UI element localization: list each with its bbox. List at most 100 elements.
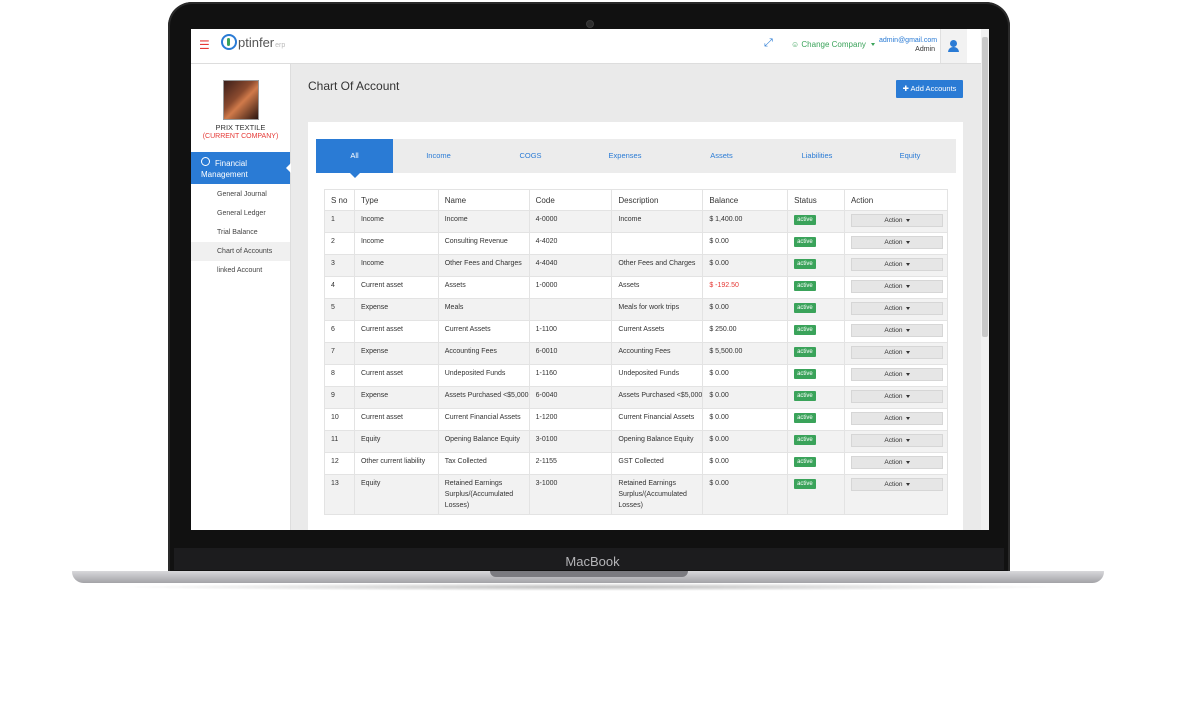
expand-icon[interactable]: ⤢: [764, 37, 773, 50]
action-dropdown-button[interactable]: Action: [850, 280, 943, 293]
sidebar-subitem-trial-balance[interactable]: Trial Balance: [191, 223, 290, 242]
cell-name: Assets Purchased <$5,000: [437, 386, 530, 409]
sidebar-subitem-linked-account[interactable]: linked Account: [191, 261, 290, 280]
cell-balance: $ 0.00: [702, 386, 789, 409]
change-company-label: Change Company: [801, 40, 866, 49]
chevron-down-icon: [905, 438, 910, 442]
laptop-shadow: [110, 583, 1070, 591]
action-dropdown-button[interactable]: Action: [850, 214, 943, 227]
status-badge: active: [794, 325, 816, 335]
plus-icon: ✚: [902, 84, 911, 93]
status-badge: active: [794, 391, 816, 401]
cell-name: Other Fees and Charges: [437, 254, 530, 277]
user-icon[interactable]: [940, 29, 967, 63]
cell-sno: 13: [324, 474, 355, 515]
table-row: 9 Expense Assets Purchased <$5,000 6-0040 As…: [324, 386, 949, 409]
app-logo[interactable]: ptinfer erp: [221, 34, 285, 50]
cell-action: Action: [843, 232, 949, 255]
cell-name: Assets: [437, 276, 530, 299]
tab-liabilities[interactable]: Liabilities: [770, 139, 864, 173]
cell-status: active: [787, 276, 845, 299]
action-dropdown-button[interactable]: Action: [850, 412, 943, 425]
tab-cogs[interactable]: COGS: [484, 139, 577, 173]
action-label: Action: [884, 481, 903, 488]
cell-desc: Retained Earnings Surplus/(Accumulated L…: [611, 474, 704, 515]
tab-assets[interactable]: Assets: [673, 139, 770, 173]
action-dropdown-button[interactable]: Action: [850, 324, 943, 337]
cell-balance: $ 0.00: [702, 232, 789, 255]
action-dropdown-button[interactable]: Action: [850, 346, 943, 359]
tab-expenses[interactable]: Expenses: [577, 139, 673, 173]
change-company-dropdown[interactable]: ☺ Change Company: [791, 40, 876, 49]
table-header-row: S no Type Name Code Description Balance …: [324, 189, 949, 211]
cell-code: 2-1155: [528, 452, 613, 475]
action-dropdown-button[interactable]: Action: [850, 258, 943, 271]
user-email[interactable]: admin@gmail.com: [879, 37, 937, 44]
cell-code: 4-4040: [528, 254, 613, 277]
tab-income[interactable]: Income: [393, 139, 484, 173]
tab-equity[interactable]: Equity: [864, 139, 956, 173]
cell-status: active: [787, 364, 845, 387]
cell-code: 4-0000: [528, 210, 613, 233]
active-arrow-icon: [286, 163, 291, 173]
cell-code: 1-1200: [528, 408, 613, 431]
column-header-action: Action: [843, 189, 949, 211]
action-dropdown-button[interactable]: Action: [850, 478, 943, 491]
menu-icon[interactable]: ☰: [199, 39, 210, 51]
action-label: Action: [884, 261, 903, 268]
cell-balance: $ 0.00: [702, 452, 789, 475]
cell-action: Action: [843, 364, 949, 387]
cell-action: Action: [843, 254, 949, 277]
cell-balance: $ -192.50: [702, 276, 789, 299]
table-row: 12 Other current liability Tax Collected 2-…: [324, 452, 949, 475]
cell-desc: [611, 232, 704, 255]
action-label: Action: [884, 305, 903, 312]
page-scrollbar[interactable]: [981, 29, 989, 530]
scrollbar-thumb[interactable]: [982, 37, 988, 337]
status-badge: active: [794, 369, 816, 379]
cell-action: Action: [843, 408, 949, 431]
sidebar-subitem-chart-of-accounts[interactable]: Chart of Accounts: [191, 242, 290, 261]
cell-type: Expense: [353, 298, 439, 321]
sidebar-subitem-general-journal[interactable]: General Journal: [191, 185, 290, 204]
action-dropdown-button[interactable]: Action: [850, 236, 943, 249]
company-name: PRIX TEXTILE: [215, 123, 266, 132]
action-dropdown-button[interactable]: Action: [850, 456, 943, 469]
cell-action: Action: [843, 342, 949, 365]
table-row: 10 Current asset Current Financial Assets 1…: [324, 408, 949, 431]
cell-status: active: [787, 474, 845, 515]
cell-action: Action: [843, 298, 949, 321]
cell-type: Other current liability: [353, 452, 439, 475]
column-header-description: Description: [611, 189, 704, 211]
cell-desc: Assets Purchased <$5,000: [611, 386, 704, 409]
cell-code: 3-0100: [528, 430, 613, 453]
column-header-code: Code: [528, 189, 613, 211]
cell-balance: $ 0.00: [702, 474, 789, 515]
action-dropdown-button[interactable]: Action: [850, 368, 943, 381]
action-dropdown-button[interactable]: Action: [850, 434, 943, 447]
cell-status: active: [787, 232, 845, 255]
cell-sno: 8: [324, 364, 355, 387]
table-row: 11 Equity Opening Balance Equity 3-0100 Open…: [324, 430, 949, 453]
action-dropdown-button[interactable]: Action: [850, 302, 943, 315]
cell-status: active: [787, 320, 845, 343]
status-badge: active: [794, 457, 816, 467]
tab-all[interactable]: All: [316, 139, 393, 178]
cell-desc: Income: [611, 210, 704, 233]
cell-type: Current asset: [353, 320, 439, 343]
add-accounts-button[interactable]: ✚ Add Accounts: [896, 80, 963, 98]
page-title: Chart Of Account: [308, 79, 400, 93]
cell-name: Income: [437, 210, 530, 233]
accounts-table: S no Type Name Code Description Balance …: [324, 189, 949, 515]
sidebar-item-financial-management[interactable]: Financial Management: [191, 152, 291, 184]
cell-code: 1-1160: [528, 364, 613, 387]
cell-sno: 4: [324, 276, 355, 299]
cell-name: Current Financial Assets: [437, 408, 530, 431]
add-accounts-label: Add Accounts: [910, 84, 957, 93]
cell-type: Income: [353, 254, 439, 277]
action-label: Action: [884, 349, 903, 356]
status-badge: active: [794, 281, 816, 291]
action-dropdown-button[interactable]: Action: [850, 390, 943, 403]
cell-sno: 1: [324, 210, 355, 233]
sidebar-subitem-general-ledger[interactable]: General Ledger: [191, 204, 290, 223]
